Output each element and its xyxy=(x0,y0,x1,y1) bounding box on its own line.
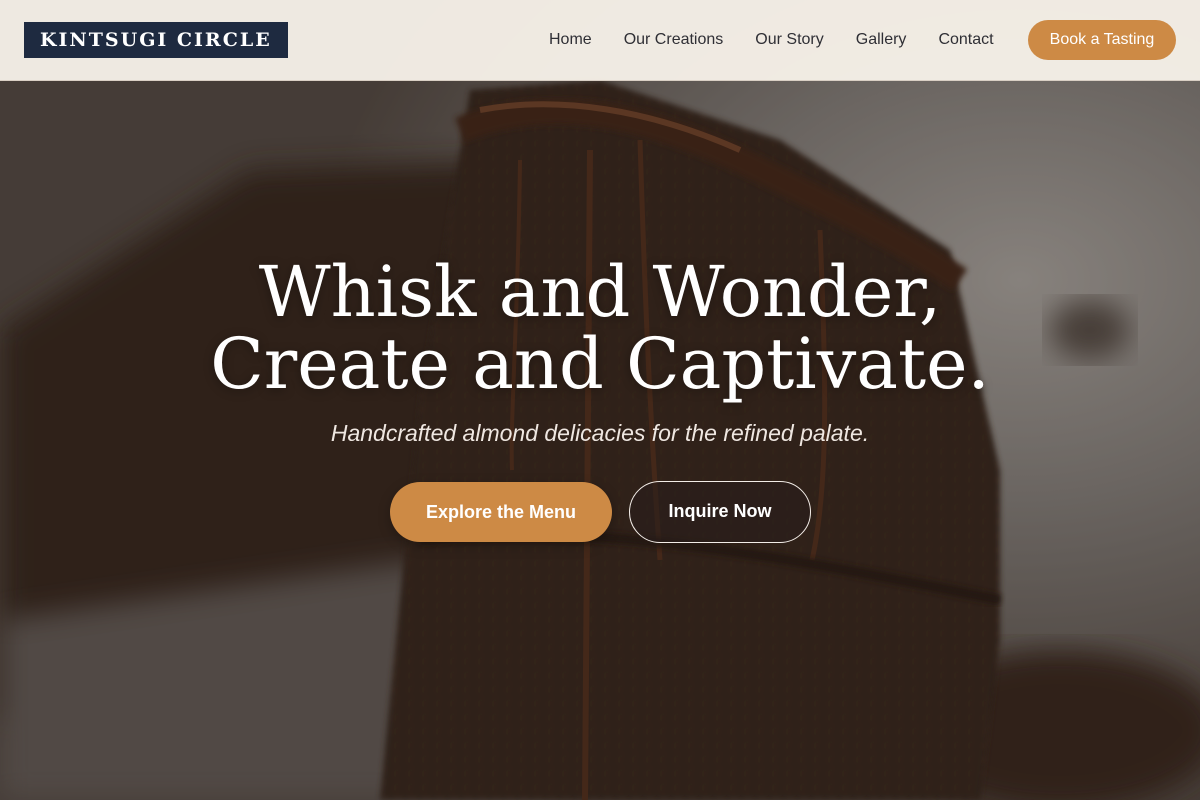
hero-title-line-1: Whisk and Wonder, xyxy=(258,251,942,333)
hero-title-line-2: Create and Captivate. xyxy=(210,323,990,405)
site-logo[interactable]: KINTSUGI CIRCLE xyxy=(24,22,288,58)
inquire-now-button[interactable]: Inquire Now xyxy=(629,481,811,543)
nav-link-contact[interactable]: Contact xyxy=(938,31,993,49)
book-tasting-button[interactable]: Book a Tasting xyxy=(1028,20,1176,60)
explore-menu-button[interactable]: Explore the Menu xyxy=(390,482,612,542)
site-header: KINTSUGI CIRCLE Home Our Creations Our S… xyxy=(0,0,1200,81)
hero-subtitle: Handcrafted almond delicacies for the re… xyxy=(330,420,870,446)
nav-link-our-creations[interactable]: Our Creations xyxy=(624,31,724,49)
main-nav: Home Our Creations Our Story Gallery Con… xyxy=(533,0,1010,80)
nav-link-our-story[interactable]: Our Story xyxy=(755,31,823,49)
hero-title: Whisk and Wonder, Create and Captivate. xyxy=(0,256,1200,400)
nav-link-gallery[interactable]: Gallery xyxy=(856,31,907,49)
nav-link-home[interactable]: Home xyxy=(549,31,592,49)
